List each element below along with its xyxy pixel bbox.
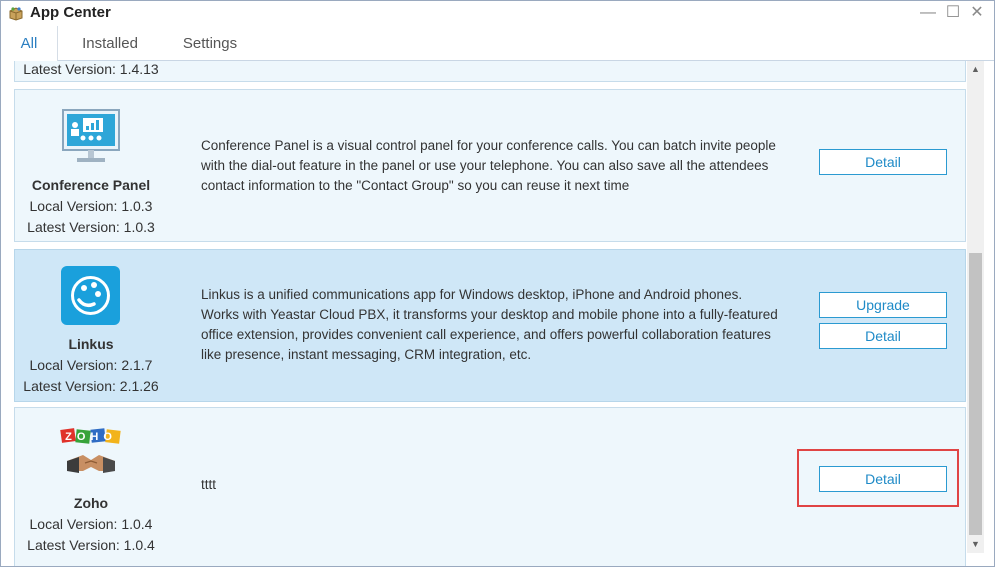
app-info-zoho: Zoho Local Version: 1.0.4 Latest Version…: [15, 495, 167, 553]
close-icon[interactable]: ✕: [968, 4, 986, 22]
app-card-partial: Latest Version: 1.4.13: [14, 61, 966, 82]
upgrade-button[interactable]: Upgrade: [819, 292, 947, 318]
tab-installed[interactable]: Installed: [67, 26, 153, 60]
app-description: tttt: [201, 477, 217, 492]
scrollbar-thumb[interactable]: [969, 253, 982, 535]
app-list: Latest Version: 1.4.13 Conference Panel …: [1, 61, 966, 566]
detail-button[interactable]: Detail: [819, 323, 947, 349]
tab-bar: All Installed Settings: [1, 26, 994, 61]
app-center-window: App Center — ☐ ✕ All Installed Settings …: [0, 0, 995, 567]
window-title: App Center: [30, 4, 111, 21]
app-local-version: Local Version: 1.0.4: [29, 516, 153, 532]
tab-settings[interactable]: Settings: [169, 26, 251, 60]
app-latest-version: Latest Version: 1.0.3: [27, 219, 155, 235]
app-latest-version: Latest Version: 2.1.26: [23, 378, 159, 394]
scroll-down-arrow-icon[interactable]: ▼: [967, 536, 984, 553]
app-local-version: Local Version: 1.0.3: [29, 198, 153, 214]
scroll-up-arrow-icon[interactable]: ▲: [967, 61, 984, 78]
app-name: Linkus: [68, 336, 114, 352]
vertical-scrollbar[interactable]: ▲ ▼: [967, 61, 984, 553]
app-latest-version: Latest Version: 1.4.13: [23, 61, 159, 77]
linkus-icon: [61, 266, 120, 325]
app-local-version: Local Version: 2.1.7: [29, 357, 153, 373]
app-card-conference-panel: Conference Panel Local Version: 1.0.3 La…: [14, 89, 966, 242]
minimize-icon[interactable]: —: [919, 4, 937, 22]
app-name: Zoho: [73, 495, 109, 511]
app-card-zoho: ZOHO Zoho Local Version: 1.0.4 Latest Ve…: [14, 407, 966, 566]
app-card-linkus: Linkus Local Version: 2.1.7 Latest Versi…: [14, 249, 966, 402]
app-info-conference-panel: Conference Panel Local Version: 1.0.3 La…: [15, 177, 167, 235]
app-name: Conference Panel: [31, 177, 151, 193]
app-center-icon: [9, 7, 23, 21]
app-info-linkus: Linkus Local Version: 2.1.7 Latest Versi…: [15, 336, 167, 394]
app-description: Conference Panel is a visual control pan…: [201, 138, 776, 193]
detail-button[interactable]: Detail: [819, 149, 947, 175]
app-latest-version: Latest Version: 1.0.4: [27, 537, 155, 553]
app-description: Linkus is a unified communications app f…: [201, 287, 778, 362]
detail-button[interactable]: Detail: [819, 466, 947, 492]
title-bar: App Center — ☐ ✕: [1, 1, 994, 26]
svg-text:ZOHO: ZOHO: [65, 431, 117, 443]
conference-panel-icon: [62, 109, 120, 162]
tab-all[interactable]: All: [1, 26, 58, 61]
zoho-icon: ZOHO: [60, 428, 121, 473]
maximize-icon[interactable]: ☐: [944, 4, 962, 22]
